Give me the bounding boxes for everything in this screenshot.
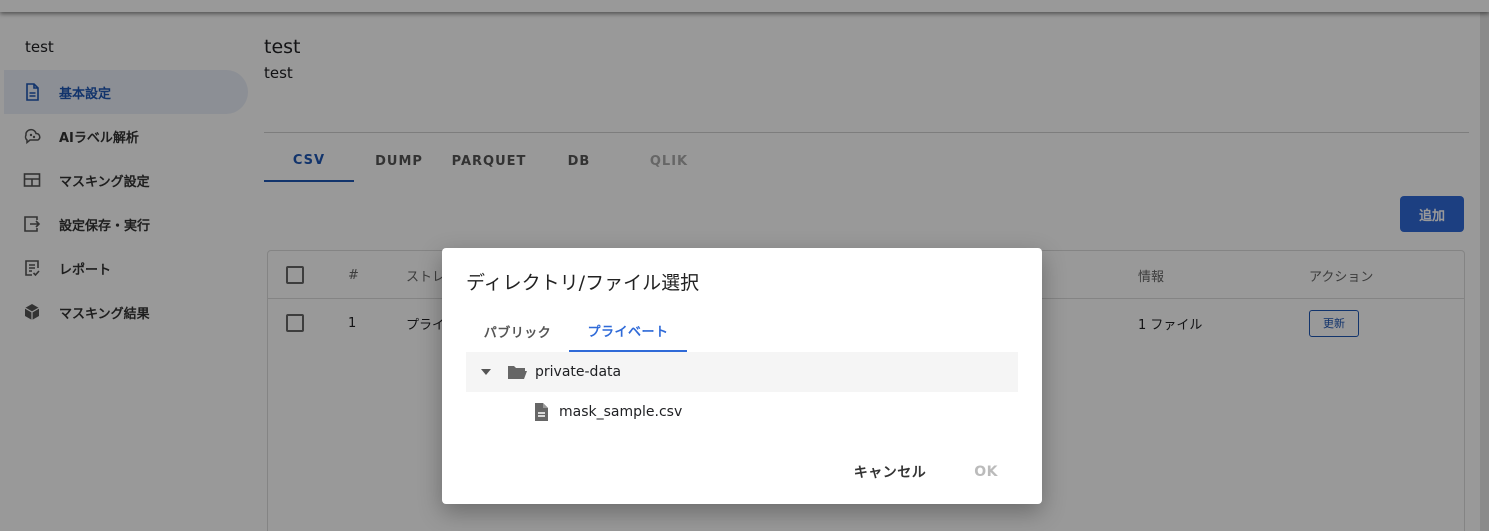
tab-private[interactable]: プライベート (569, 310, 687, 352)
file-name: mask_sample.csv (559, 404, 683, 420)
ok-button[interactable]: OK (954, 454, 1018, 490)
tree-file-row[interactable]: mask_sample.csv (466, 392, 1018, 432)
cancel-button[interactable]: キャンセル (834, 454, 947, 490)
tab-public[interactable]: パブリック (466, 310, 569, 352)
dialog-actions: キャンセル OK (834, 454, 1018, 490)
dialog-tabs: パブリック プライベート (466, 310, 687, 352)
dialog-title: ディレクトリ/ファイル選択 (466, 272, 700, 294)
folder-open-icon (508, 366, 527, 379)
file-tree: private-data mask_sample.csv (466, 352, 1018, 432)
caret-down-icon[interactable] (481, 369, 491, 375)
file-select-dialog: ディレクトリ/ファイル選択 パブリック プライベート private-data … (442, 248, 1042, 504)
file-icon (535, 403, 548, 421)
folder-name: private-data (535, 364, 622, 380)
tree-folder-row[interactable]: private-data (466, 352, 1018, 392)
